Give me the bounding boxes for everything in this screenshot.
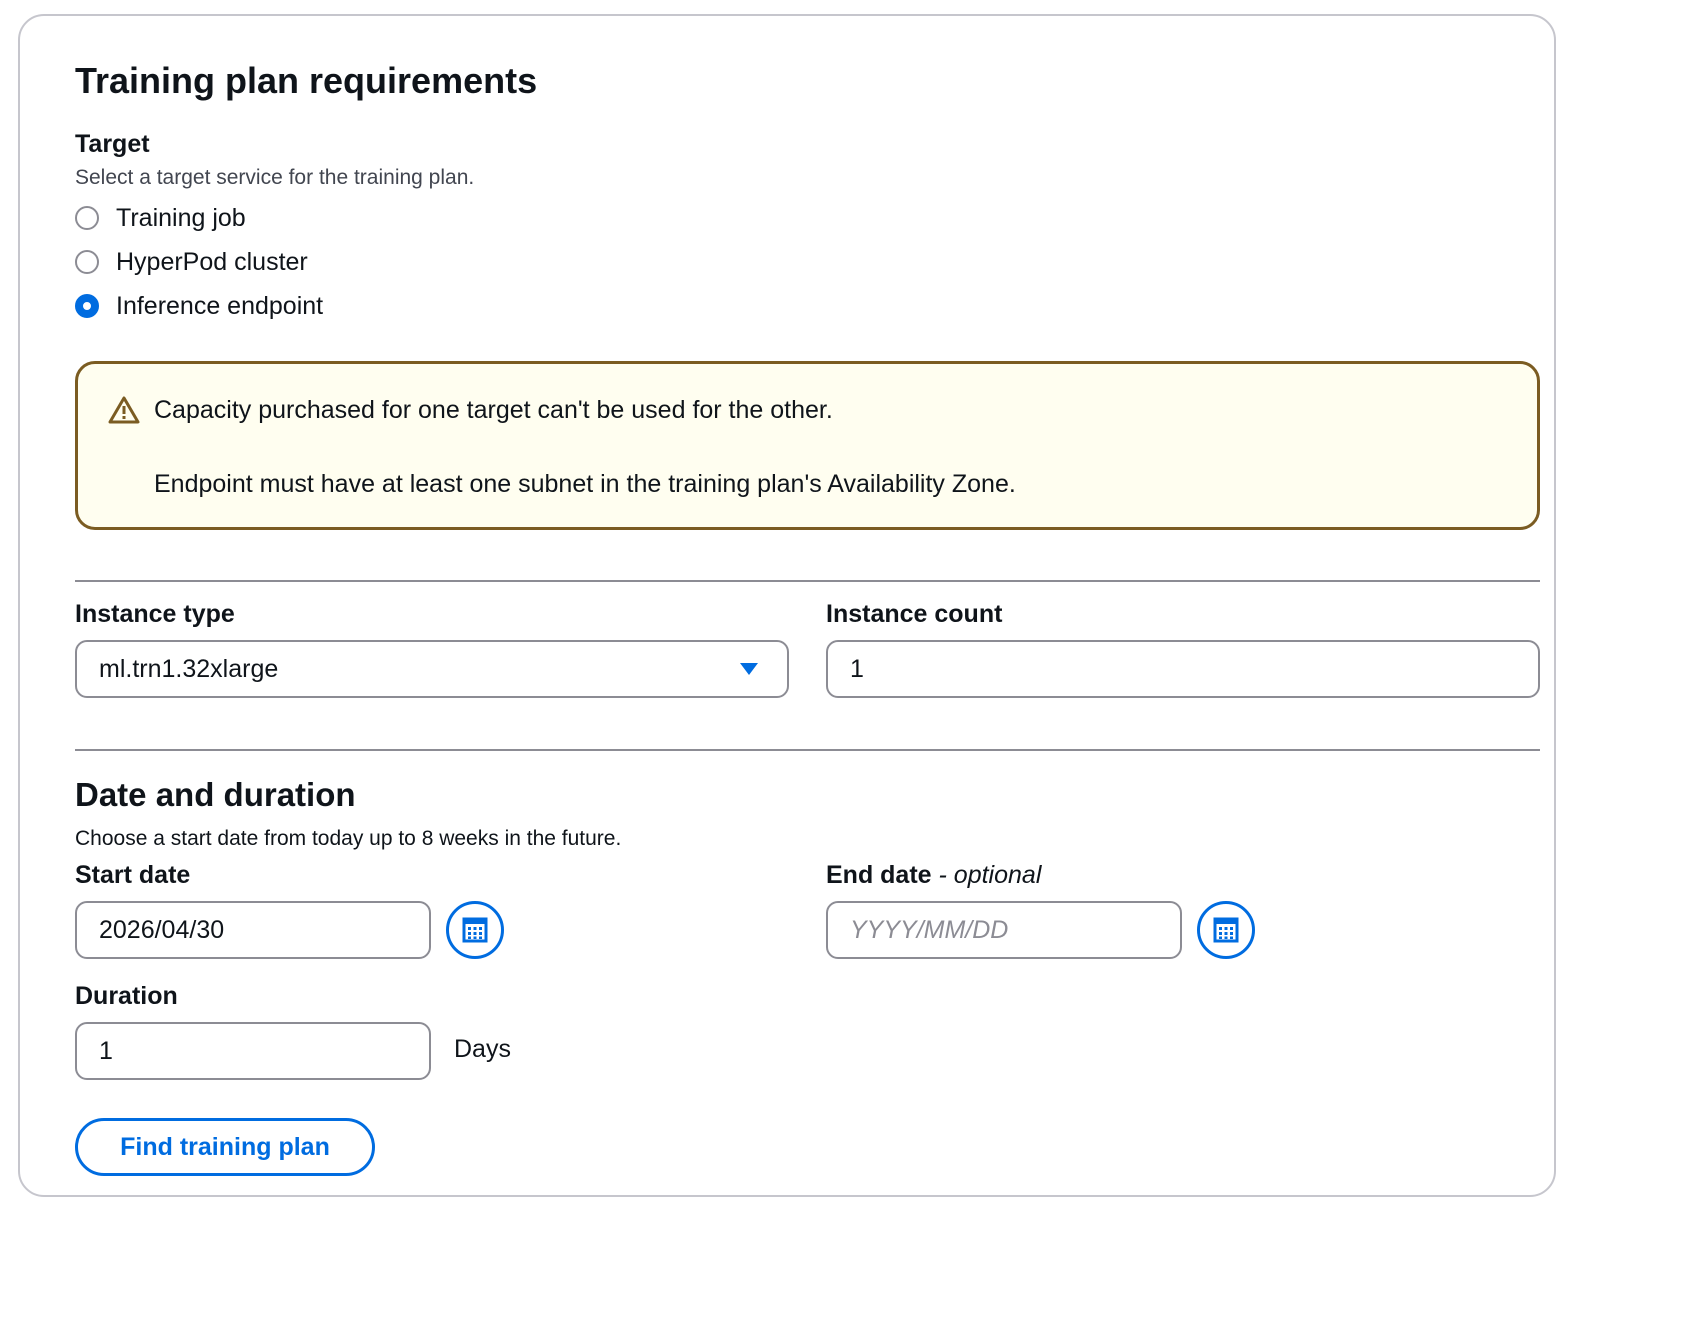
end-date-optional: - optional bbox=[938, 861, 1042, 889]
instance-count-input[interactable]: 1 bbox=[826, 640, 1540, 698]
duration-unit: Days bbox=[454, 1035, 511, 1063]
instance-type-value: ml.trn1.32xlarge bbox=[99, 654, 279, 683]
date-duration-description: Choose a start date from today up to 8 w… bbox=[75, 827, 622, 850]
radio-inference-endpoint-label: Inference endpoint bbox=[116, 291, 324, 320]
find-training-plan-button[interactable]: Find training plan bbox=[75, 1118, 375, 1176]
training-plan-card: Training plan requirements Target Select… bbox=[18, 14, 1556, 1197]
end-date-calendar-button[interactable] bbox=[1197, 901, 1255, 959]
warning-icon bbox=[108, 396, 140, 424]
radio-training-job[interactable]: Training job bbox=[75, 201, 246, 235]
page-title: Training plan requirements bbox=[75, 60, 538, 101]
end-date-placeholder: YYYY/MM/DD bbox=[850, 915, 1009, 944]
end-date-label-text: End date bbox=[826, 861, 932, 889]
radio-hyperpod-cluster-indicator[interactable] bbox=[75, 250, 99, 274]
duration-input[interactable]: 1 bbox=[75, 1022, 431, 1080]
end-date-label: End date - optional bbox=[826, 861, 1041, 890]
radio-hyperpod-cluster[interactable]: HyperPod cluster bbox=[75, 245, 308, 279]
instance-type-label: Instance type bbox=[75, 600, 235, 628]
calendar-icon bbox=[1213, 917, 1239, 943]
radio-training-job-label: Training job bbox=[116, 203, 246, 232]
start-date-label: Start date bbox=[75, 861, 191, 889]
calendar-icon bbox=[462, 917, 488, 943]
target-label: Target bbox=[75, 130, 150, 158]
caret-down-icon bbox=[740, 663, 758, 675]
duration-value: 1 bbox=[99, 1036, 113, 1065]
start-date-input[interactable]: 2026/04/30 bbox=[75, 901, 431, 959]
radio-hyperpod-cluster-label: HyperPod cluster bbox=[116, 247, 308, 276]
radio-training-job-indicator[interactable] bbox=[75, 206, 99, 230]
alert-message-2: Endpoint must have at least one subnet i… bbox=[154, 470, 1016, 498]
divider bbox=[75, 749, 1540, 751]
instance-count-label: Instance count bbox=[826, 600, 1003, 628]
end-date-input[interactable]: YYYY/MM/DD bbox=[826, 901, 1182, 959]
start-date-calendar-button[interactable] bbox=[446, 901, 504, 959]
instance-count-value: 1 bbox=[850, 654, 864, 683]
target-description: Select a target service for the training… bbox=[75, 166, 475, 189]
duration-label: Duration bbox=[75, 982, 178, 1010]
date-duration-heading: Date and duration bbox=[75, 776, 356, 813]
divider bbox=[75, 580, 1540, 582]
warning-alert: Capacity purchased for one target can't … bbox=[75, 361, 1540, 530]
start-date-value: 2026/04/30 bbox=[99, 915, 225, 944]
radio-inference-endpoint-indicator[interactable] bbox=[75, 294, 99, 318]
instance-type-select[interactable]: ml.trn1.32xlarge bbox=[75, 640, 789, 698]
radio-inference-endpoint[interactable]: Inference endpoint bbox=[75, 289, 323, 323]
alert-message-1: Capacity purchased for one target can't … bbox=[154, 396, 833, 424]
